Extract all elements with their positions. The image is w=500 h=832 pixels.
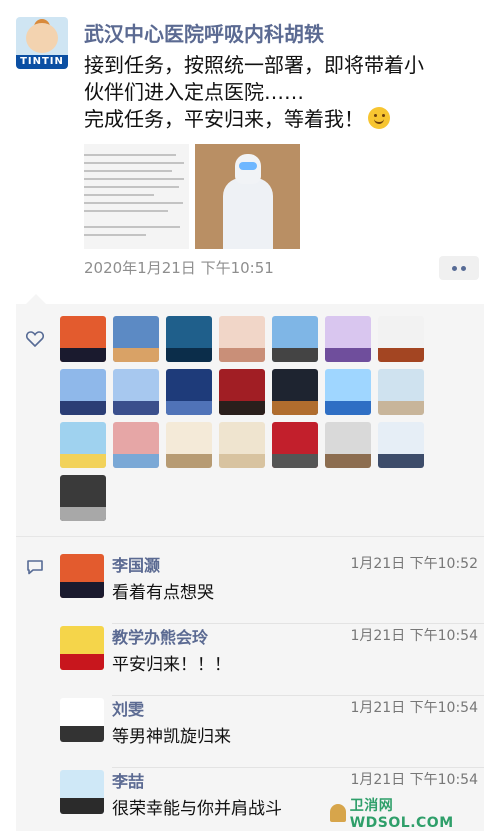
post-line-3: 完成任务，平安归来，等着我！: [84, 106, 484, 133]
commenter-name[interactable]: 刘雯: [112, 696, 144, 720]
comment-bubble-icon: [27, 560, 43, 575]
site-watermark: 卫消网 WDSOL.COM: [330, 798, 500, 831]
heart-icon: [26, 331, 44, 347]
post-line-2: 伙伴们进入定点医院……: [84, 80, 304, 104]
avatar-label: TINTIN: [16, 55, 68, 69]
liker-avatar[interactable]: [325, 422, 371, 468]
liker-avatar[interactable]: [378, 422, 424, 468]
avatar-face: [26, 23, 58, 53]
liker-avatar[interactable]: [166, 316, 212, 362]
commenter-avatar[interactable]: [60, 554, 104, 598]
comment-time: 1月21日 下午10:52: [350, 556, 478, 572]
protective-suit: [223, 178, 273, 249]
dot-icon: [461, 265, 466, 271]
dot-icon: [452, 265, 457, 271]
post-text: 接到任务，按照统一部署，即将带着小 伙伴们进入定点医院…… 完成任务，平安归来，…: [84, 52, 484, 133]
liker-avatar[interactable]: [219, 369, 265, 415]
comment-text: 等男神凯旋归来: [112, 727, 231, 747]
liker-avatar[interactable]: [378, 316, 424, 362]
comment-text: 看着有点想哭: [112, 583, 214, 603]
liker-avatar[interactable]: [272, 369, 318, 415]
liker-avatar[interactable]: [113, 316, 159, 362]
comment-time: 1月21日 下午10:54: [350, 700, 478, 716]
post-timestamp: 2020年1月21日 下午10:51: [84, 259, 274, 277]
more-actions-button[interactable]: [439, 256, 479, 280]
comment-item[interactable]: 刘雯 1月21日 下午10:54 等男神凯旋归来: [60, 696, 484, 768]
commenter-avatar[interactable]: [60, 770, 104, 814]
commenter-name[interactable]: 教学办熊会玲: [112, 624, 208, 648]
author-name[interactable]: 武汉中心医院呼吸内科胡轶: [84, 18, 324, 47]
liker-avatar[interactable]: [325, 316, 371, 362]
liker-avatar[interactable]: [272, 422, 318, 468]
comment-text: 很荣幸能与你并肩战斗: [112, 799, 282, 819]
watermark-logo-icon: [330, 804, 346, 822]
post-image-1[interactable]: [84, 144, 189, 249]
liker-avatar[interactable]: [219, 316, 265, 362]
author-avatar[interactable]: TINTIN: [16, 17, 68, 69]
liker-avatar[interactable]: [60, 369, 106, 415]
watermark-text: 卫消网 WDSOL.COM: [349, 798, 454, 831]
commenter-avatar[interactable]: [60, 626, 104, 670]
post-line-3-text: 完成任务，平安归来，等着我！: [84, 107, 364, 131]
liker-avatar[interactable]: [113, 369, 159, 415]
section-divider: [16, 536, 484, 537]
commenter-name[interactable]: 李喆: [112, 768, 144, 792]
liker-avatar[interactable]: [60, 316, 106, 362]
moments-post: TINTIN 武汉中心医院呼吸内科胡轶 接到任务，按照统一部署，即将带着小 伙伴…: [0, 0, 500, 300]
post-image-2[interactable]: [195, 144, 300, 249]
post-line-1: 接到任务，按照统一部署，即将带着小: [84, 53, 424, 77]
comment-time: 1月21日 下午10:54: [350, 772, 478, 788]
commenter-name[interactable]: 李国灏: [112, 552, 160, 576]
liker-avatar[interactable]: [113, 422, 159, 468]
comment-text: 平安归来！！！: [112, 655, 231, 675]
likes-comments-panel: 李国灏 1月21日 下午10:52 看着有点想哭 教学办熊会玲 1月21日 下午…: [16, 304, 484, 831]
comment-item[interactable]: 教学办熊会玲 1月21日 下午10:54 平安归来！！！: [60, 624, 484, 696]
liker-avatar[interactable]: [166, 422, 212, 468]
liker-avatar[interactable]: [325, 369, 371, 415]
liker-avatar[interactable]: [60, 422, 106, 468]
liker-avatar[interactable]: [60, 475, 106, 521]
commenter-avatar[interactable]: [60, 698, 104, 742]
liker-avatar[interactable]: [378, 369, 424, 415]
panel-arrow: [26, 294, 46, 304]
comment-item[interactable]: 李国灏 1月21日 下午10:52 看着有点想哭: [60, 552, 484, 624]
goggles: [239, 162, 257, 170]
liker-avatar[interactable]: [166, 369, 212, 415]
smile-emoji-icon: [368, 107, 390, 129]
liker-avatar[interactable]: [219, 422, 265, 468]
comment-time: 1月21日 下午10:54: [350, 628, 478, 644]
liker-avatar[interactable]: [272, 316, 318, 362]
